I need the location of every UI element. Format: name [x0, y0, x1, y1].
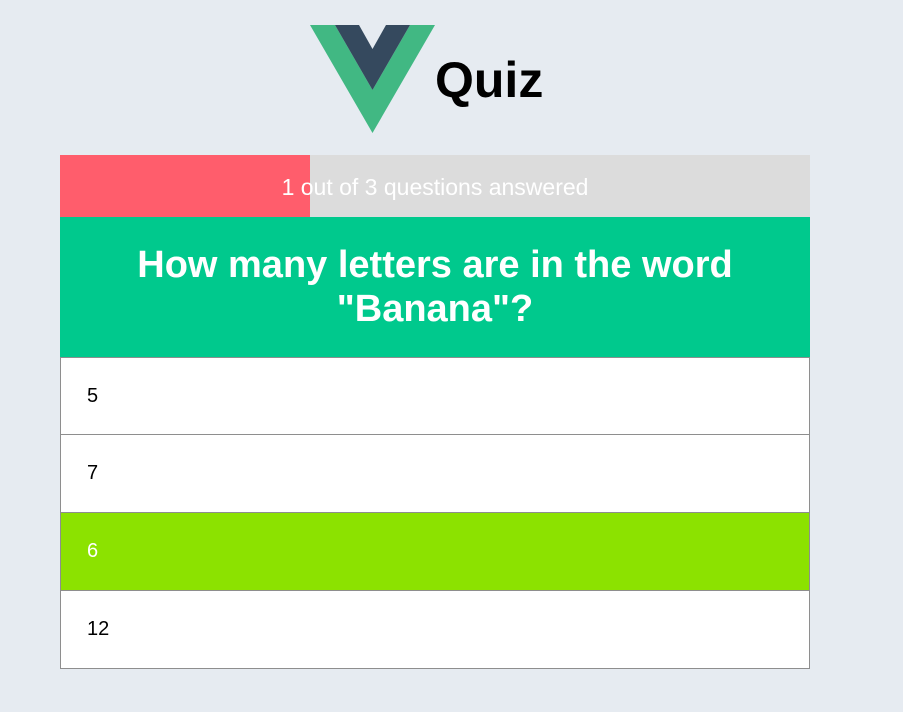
answer-label: 6 [87, 540, 99, 562]
page-title: Quiz [435, 52, 544, 108]
answer-list: 5 7 6 12 [60, 357, 810, 669]
answer-option[interactable]: 7 [60, 435, 810, 513]
progress-bar: 1 out of 3 questions answered [60, 155, 810, 217]
header: Quiz [0, 0, 903, 140]
answer-label: 12 [87, 618, 110, 640]
question-panel: How many letters are in the word "Banana… [60, 217, 810, 357]
quiz-card: 1 out of 3 questions answered How many l… [60, 155, 810, 669]
answer-option[interactable]: 6 [60, 513, 810, 591]
answer-label: 7 [87, 462, 99, 484]
question-text: How many letters are in the word "Banana… [137, 244, 733, 330]
progress-text: 1 out of 3 questions answered [281, 174, 589, 200]
answer-label: 5 [87, 384, 99, 407]
answer-option[interactable]: 5 [60, 357, 810, 435]
vue-logo-icon [310, 25, 435, 133]
answer-option[interactable]: 12 [60, 591, 810, 669]
